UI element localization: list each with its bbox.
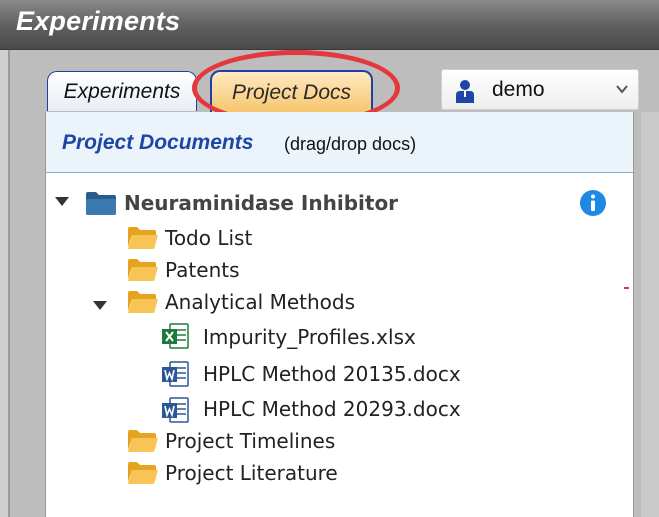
folder-open-icon: [128, 291, 158, 313]
word-file-icon: [162, 361, 189, 387]
tab-project-docs[interactable]: Project Docs: [210, 70, 373, 113]
excel-file-icon: [162, 323, 189, 349]
window-title: Experiments: [16, 6, 181, 36]
tree-item-label: HPLC Method 20135.docx: [203, 362, 461, 386]
window-titlebar: Experiments: [0, 0, 659, 50]
left-edge: [0, 50, 8, 517]
folder-open-icon: [128, 430, 158, 452]
folder-open-icon: [128, 259, 158, 281]
tree-item-label: Todo List: [165, 226, 253, 250]
tree-item-label: Project Literature: [165, 461, 338, 485]
tree-item-label: HPLC Method 20293.docx: [203, 397, 461, 421]
panel-subtitle: (drag/drop docs): [284, 134, 417, 154]
tree-item-label: Patents: [165, 258, 240, 282]
user-icon: [456, 80, 474, 103]
panel-scrollbar[interactable]: [641, 112, 659, 517]
left-edge-shadow: [8, 50, 10, 517]
tree-item-label: Impurity_Profiles.xlsx: [203, 325, 416, 349]
tab-experiments[interactable]: Experiments: [47, 71, 197, 111]
folder-open-icon: [128, 462, 158, 484]
user-select-dropdown[interactable]: demo: [441, 69, 639, 110]
expand-triangle-icon[interactable]: [93, 301, 107, 311]
red-marker: [624, 287, 629, 289]
folder-open-icon: [128, 227, 158, 249]
panel-title: Project Documents: [62, 131, 254, 154]
tree-root-label: Neuraminidase Inhibitor: [124, 191, 399, 215]
tab-project-docs-label: Project Docs: [231, 80, 352, 104]
tree-item-label: Analytical Methods: [165, 290, 355, 314]
info-icon[interactable]: [579, 189, 607, 217]
panel-header: Project Documents (drag/drop docs): [46, 112, 633, 173]
folder-closed-icon: [86, 192, 116, 215]
word-file-icon: [162, 397, 189, 423]
tab-experiments-label: Experiments: [63, 79, 181, 103]
chevron-down-icon: [616, 85, 628, 94]
user-name: demo: [492, 78, 545, 101]
tree-item-label: Project Timelines: [165, 429, 336, 453]
expand-triangle-icon[interactable]: [55, 197, 69, 207]
